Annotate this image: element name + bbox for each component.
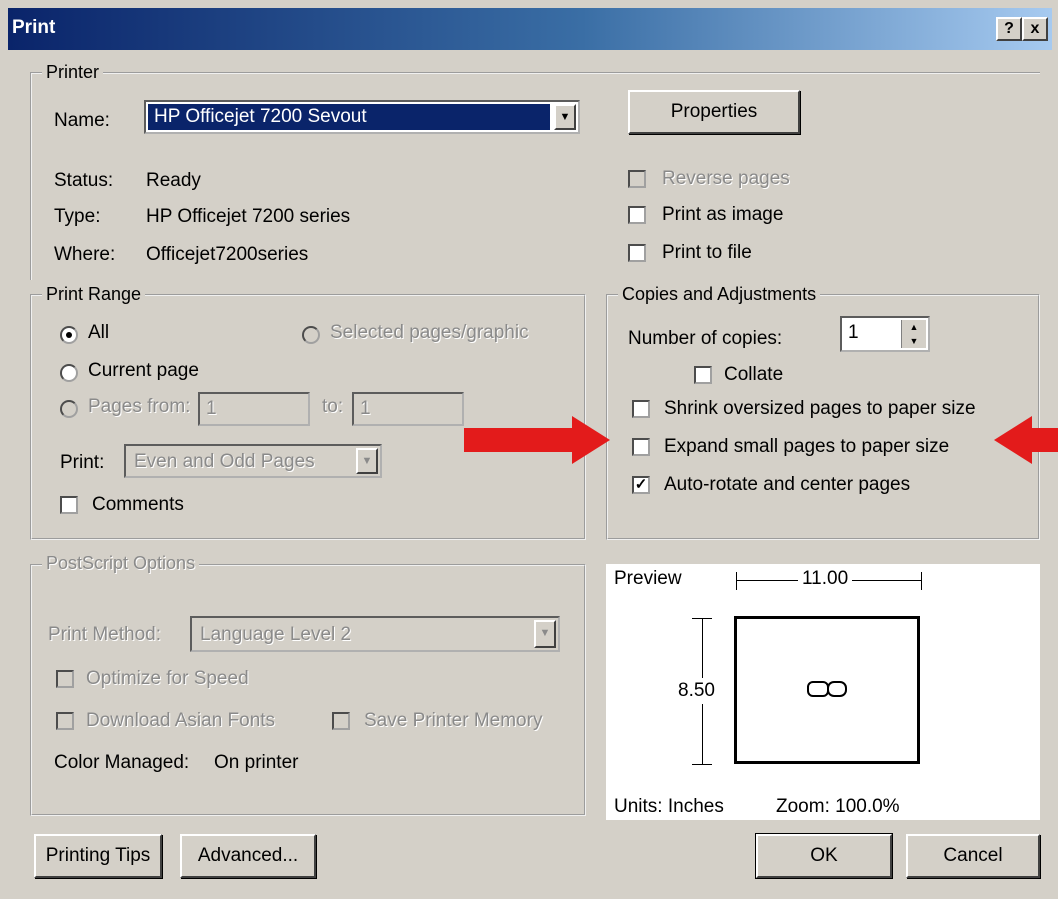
- reverse-pages-label: Reverse pages: [662, 168, 790, 189]
- pages-to-value: 1: [360, 398, 371, 419]
- optimize-label: Optimize for Speed: [86, 668, 249, 689]
- preview-content-icon: [827, 681, 847, 697]
- postscript-group: [30, 564, 586, 816]
- stepper-arrows-icon[interactable]: ▲ ▼: [901, 320, 926, 348]
- chevron-down-icon[interactable]: ▼: [356, 448, 378, 474]
- where-value: Officejet7200series: [146, 244, 309, 265]
- shrink-label: Shrink oversized pages to paper size: [664, 398, 976, 419]
- optimize-checkbox[interactable]: [56, 670, 74, 688]
- cancel-button[interactable]: Cancel: [906, 834, 1040, 878]
- zoom-label: Zoom: 100.0%: [776, 796, 900, 817]
- reverse-pages-checkbox[interactable]: [628, 170, 646, 188]
- title-bar: Print ? x: [8, 8, 1052, 50]
- current-page-radio[interactable]: [60, 364, 78, 382]
- width-value: 11.00: [798, 568, 853, 590]
- collate-label: Collate: [724, 364, 784, 385]
- properties-button[interactable]: Properties: [628, 90, 800, 134]
- printer-name-select[interactable]: HP Officejet 7200 Sevout ▼: [144, 100, 580, 134]
- copies-value: 1: [848, 322, 859, 343]
- download-fonts-checkbox[interactable]: [56, 712, 74, 730]
- height-dimension-tick-top: [692, 618, 712, 619]
- pages-to-input[interactable]: 1: [352, 392, 464, 426]
- width-dimension-tick-left: [736, 572, 737, 590]
- print-subset-label: Print:: [60, 452, 105, 473]
- units-label: Units: Inches: [614, 796, 724, 817]
- printing-tips-button[interactable]: Printing Tips: [34, 834, 162, 878]
- color-managed-label: Color Managed:: [54, 752, 190, 773]
- print-method-value: Language Level 2: [200, 624, 352, 645]
- print-method-select[interactable]: Language Level 2 ▼: [190, 616, 560, 652]
- all-radio[interactable]: [60, 326, 78, 344]
- where-label: Where:: [54, 244, 116, 265]
- preview-panel: Preview 11.00 8.50 Units: Inches Zoom: 1…: [606, 564, 1040, 820]
- status-value: Ready: [146, 170, 201, 191]
- height-value: 8.50: [678, 678, 715, 704]
- print-as-image-checkbox[interactable]: [628, 206, 646, 224]
- type-value: HP Officejet 7200 series: [146, 206, 351, 227]
- printer-legend: Printer: [42, 62, 104, 83]
- print-range-legend: Print Range: [42, 284, 146, 305]
- close-button[interactable]: x: [1022, 17, 1048, 41]
- postscript-legend: PostScript Options: [42, 553, 200, 574]
- print-subset-select[interactable]: Even and Odd Pages ▼: [124, 444, 382, 478]
- current-page-label: Current page: [88, 360, 199, 381]
- all-label: All: [88, 322, 110, 343]
- print-to-file-checkbox[interactable]: [628, 244, 646, 262]
- pages-from-label: Pages from:: [88, 396, 191, 417]
- width-dimension-tick-right: [921, 572, 922, 590]
- color-managed-value: On printer: [214, 752, 299, 773]
- pages-from-input[interactable]: 1: [198, 392, 310, 426]
- to-label: to:: [322, 396, 344, 417]
- expand-checkbox[interactable]: [632, 438, 650, 456]
- save-memory-label: Save Printer Memory: [364, 710, 543, 731]
- pages-from-radio[interactable]: [60, 400, 78, 418]
- expand-label: Expand small pages to paper size: [664, 436, 950, 457]
- window-title: Print: [12, 17, 56, 38]
- preview-page: [734, 616, 920, 764]
- pages-from-value: 1: [206, 398, 217, 419]
- shrink-checkbox[interactable]: [632, 400, 650, 418]
- chevron-down-icon[interactable]: ▼: [554, 104, 576, 130]
- type-label: Type:: [54, 206, 101, 227]
- ok-button[interactable]: OK: [755, 833, 893, 879]
- comments-label: Comments: [92, 494, 184, 515]
- autorotate-checkbox[interactable]: ✓: [632, 476, 650, 494]
- copies-legend: Copies and Adjustments: [618, 284, 821, 305]
- printer-name-value: HP Officejet 7200 Sevout: [154, 106, 367, 127]
- preview-label: Preview: [614, 568, 682, 589]
- collate-checkbox[interactable]: [694, 366, 712, 384]
- print-to-file-label: Print to file: [662, 242, 752, 263]
- comments-checkbox[interactable]: [60, 496, 78, 514]
- height-dimension-tick-bottom: [692, 764, 712, 765]
- print-method-label: Print Method:: [48, 624, 161, 645]
- autorotate-label: Auto-rotate and center pages: [664, 474, 911, 495]
- copies-stepper[interactable]: 1 ▲ ▼: [840, 316, 930, 352]
- copies-count-label: Number of copies:: [628, 328, 783, 349]
- preview-content-icon: [807, 681, 829, 697]
- advanced-button[interactable]: Advanced...: [180, 834, 316, 878]
- selected-pages-label: Selected pages/graphic: [330, 322, 529, 343]
- print-subset-value: Even and Odd Pages: [134, 451, 315, 472]
- selected-pages-radio[interactable]: [302, 326, 320, 344]
- download-fonts-label: Download Asian Fonts: [86, 710, 276, 731]
- chevron-down-icon[interactable]: ▼: [534, 620, 556, 648]
- help-button[interactable]: ?: [996, 17, 1022, 41]
- status-label: Status:: [54, 170, 114, 191]
- print-as-image-label: Print as image: [662, 204, 784, 225]
- save-memory-checkbox[interactable]: [332, 712, 350, 730]
- name-label: Name:: [54, 110, 110, 131]
